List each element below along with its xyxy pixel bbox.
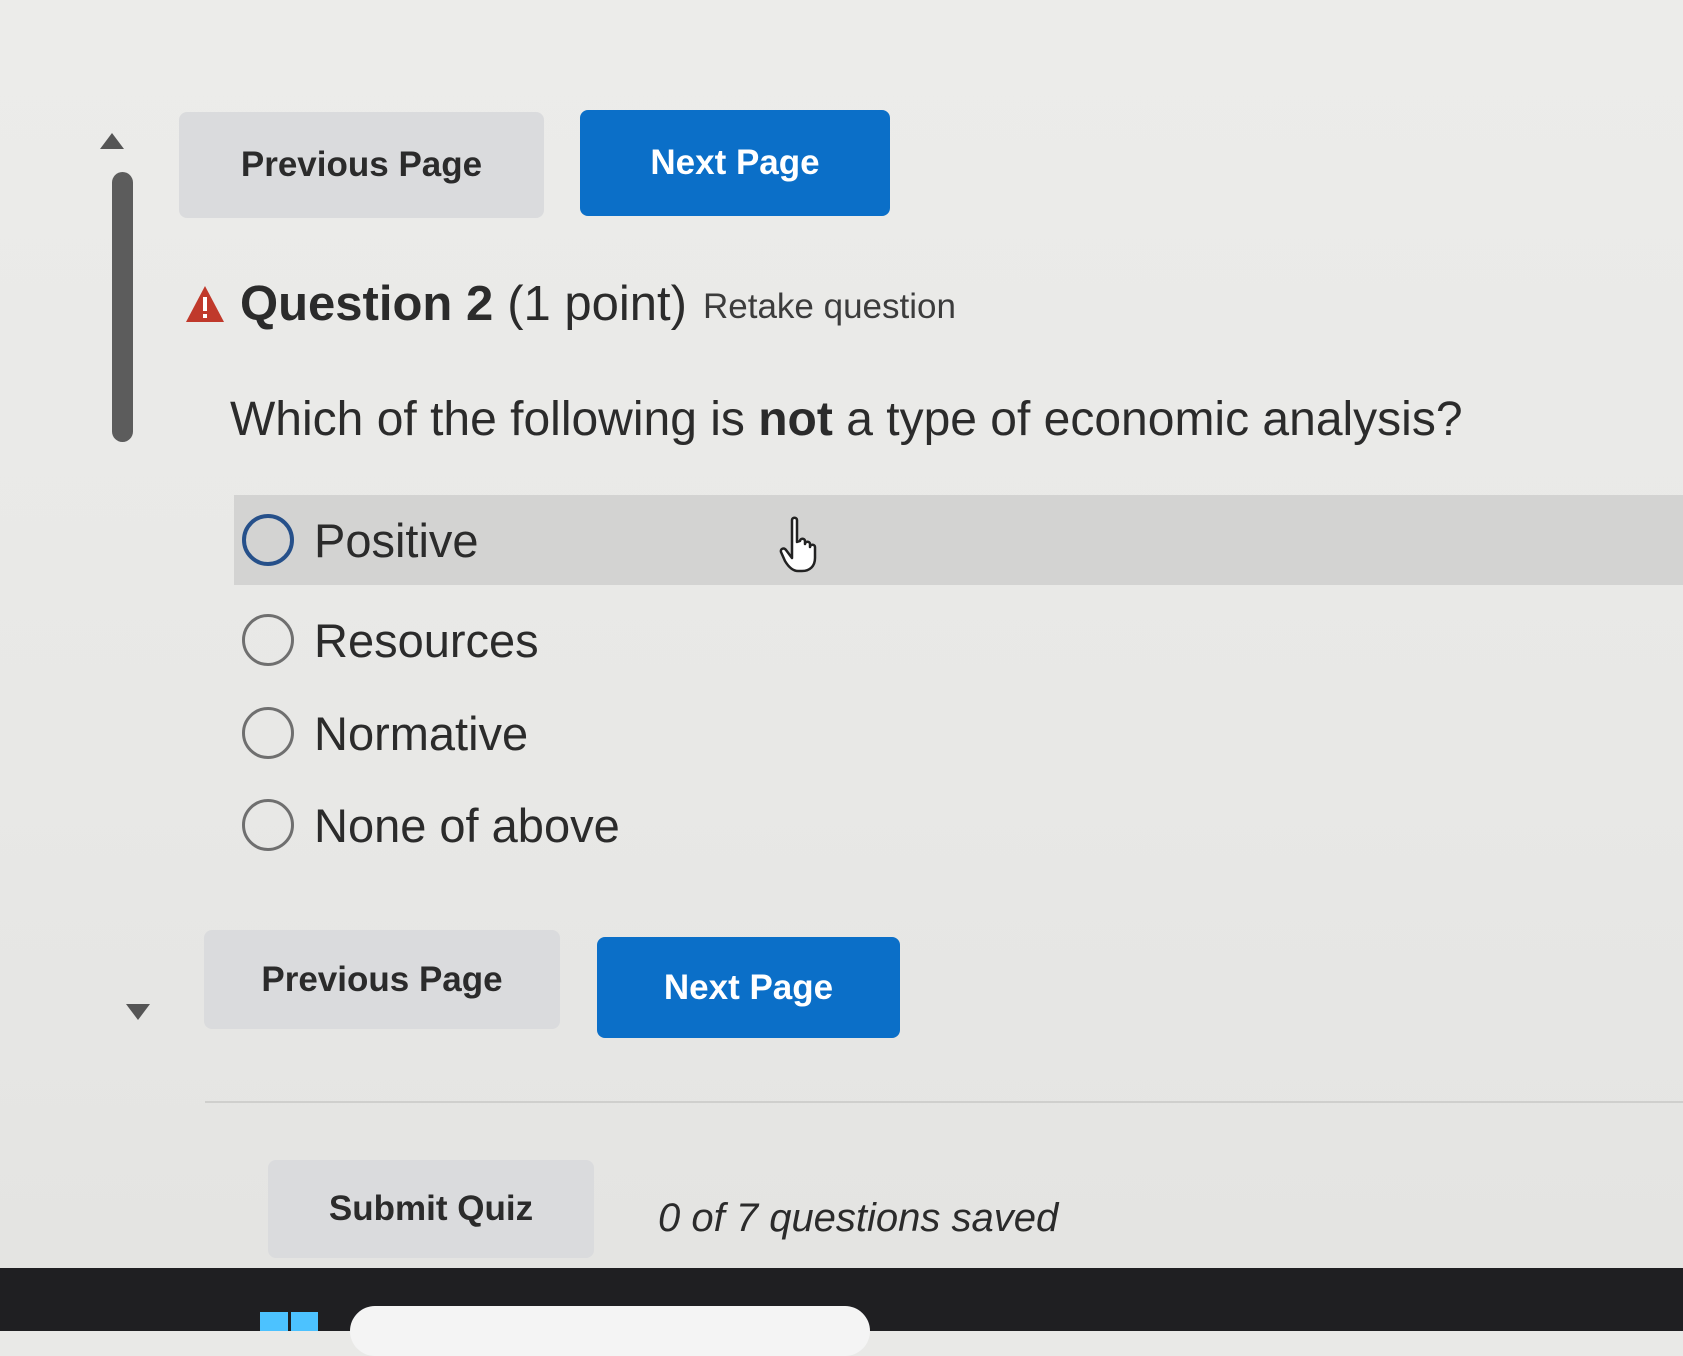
radio-button[interactable] bbox=[242, 614, 294, 666]
previous-page-button-bottom[interactable]: Previous Page bbox=[204, 930, 560, 1029]
quiz-page: Previous Page Next Page Question 2 (1 po… bbox=[0, 0, 1683, 1268]
prompt-emphasis: not bbox=[758, 393, 833, 446]
radio-button[interactable] bbox=[242, 514, 294, 566]
answer-option-none-of-above[interactable]: None of above bbox=[234, 780, 1683, 870]
radio-button[interactable] bbox=[242, 707, 294, 759]
question-header: Question 2 (1 point) Retake question bbox=[184, 276, 956, 332]
option-label: Normative bbox=[314, 706, 529, 760]
prompt-text-after: a type of economic analysis? bbox=[832, 393, 1463, 446]
hand-pointer-icon bbox=[779, 516, 817, 573]
answer-option-positive[interactable]: Positive bbox=[234, 495, 1683, 585]
next-page-button-bottom[interactable]: Next Page bbox=[597, 937, 900, 1038]
option-label: Positive bbox=[314, 513, 479, 567]
retake-question-link[interactable]: Retake question bbox=[703, 287, 956, 327]
footer-divider bbox=[205, 1101, 1683, 1103]
answer-option-resources[interactable]: Resources bbox=[234, 595, 1683, 685]
question-points: (1 point) bbox=[507, 277, 687, 331]
option-label: Resources bbox=[314, 613, 539, 667]
saved-status: 0 of 7 questions saved bbox=[658, 1196, 1059, 1240]
option-label: None of above bbox=[314, 798, 620, 852]
answer-option-normative[interactable]: Normative bbox=[234, 688, 1683, 778]
scroll-up-arrow-icon[interactable] bbox=[100, 133, 124, 149]
next-page-button-top[interactable]: Next Page bbox=[580, 110, 890, 216]
taskbar-search-box[interactable] bbox=[350, 1306, 870, 1356]
scroll-down-arrow-icon[interactable] bbox=[126, 1004, 150, 1020]
warning-triangle-icon bbox=[186, 286, 224, 322]
windows-start-icon[interactable] bbox=[260, 1312, 318, 1331]
question-title: Question 2 bbox=[240, 277, 494, 331]
question-prompt: Which of the following is not a type of … bbox=[230, 392, 1463, 447]
submit-quiz-button[interactable]: Submit Quiz bbox=[268, 1160, 594, 1258]
prompt-text-before: Which of the following is bbox=[230, 393, 759, 446]
previous-page-button-top[interactable]: Previous Page bbox=[179, 112, 544, 218]
radio-button[interactable] bbox=[242, 799, 294, 851]
scrollbar-thumb[interactable] bbox=[112, 172, 133, 442]
